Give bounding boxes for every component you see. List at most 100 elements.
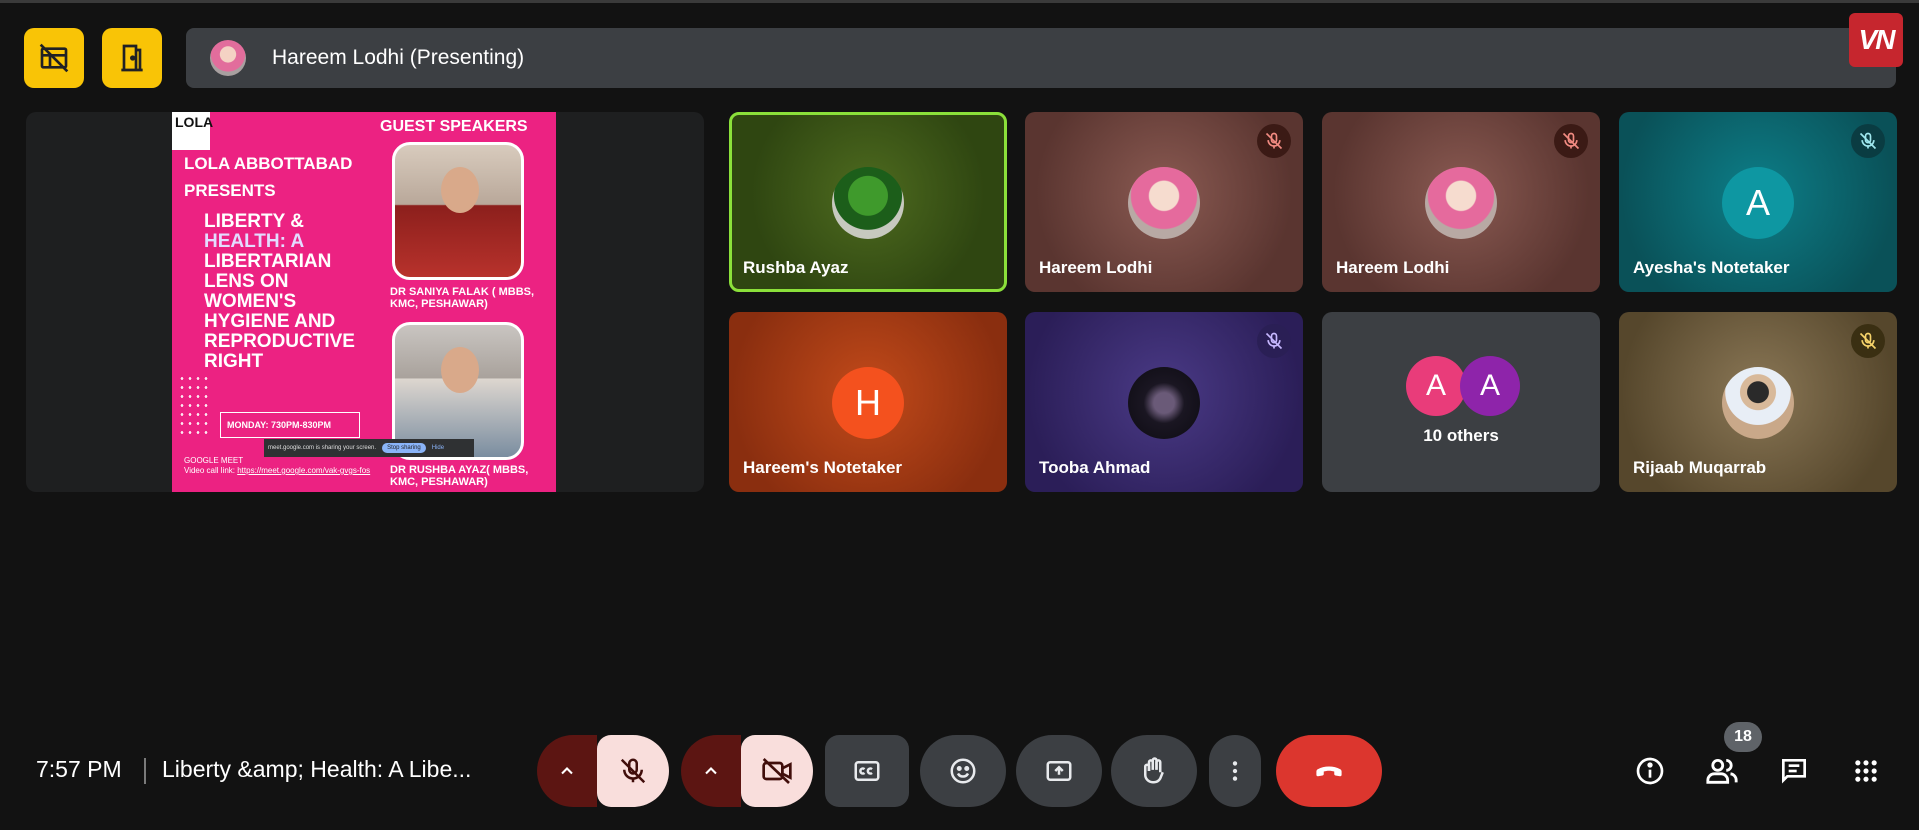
- toggle-camera-button[interactable]: [741, 735, 813, 807]
- mic-muted-indicator: [1554, 124, 1588, 158]
- video-options-button[interactable]: [681, 735, 741, 807]
- reactions-button[interactable]: [920, 735, 1006, 807]
- participant-avatar: [1128, 167, 1200, 239]
- share-notice-text: meet.google.com is sharing your screen.: [268, 445, 377, 451]
- more-options-button[interactable]: [1209, 735, 1261, 807]
- participant-avatar: [1425, 167, 1497, 239]
- talk-line: LIBERTY &: [204, 211, 304, 232]
- speaker2-caption: DR RUSHBA AYAZ( MBBS, KMC, PESHAWAR): [390, 464, 529, 488]
- participant-name: Hareem's Notetaker: [743, 458, 903, 477]
- participant-name: Hareem Lodhi: [1039, 258, 1153, 277]
- no-presentation-button[interactable]: [24, 28, 84, 88]
- participant-avatar: [1722, 367, 1794, 439]
- presenting-label: Hareem Lodhi (Presenting): [272, 46, 525, 69]
- mic-off-icon: [1562, 132, 1580, 150]
- poster-dots-decoration: [178, 374, 208, 434]
- leave-room-button[interactable]: [102, 28, 162, 88]
- screen-share-notice: meet.google.com is sharing your screen. …: [264, 439, 474, 457]
- talk-line: REPRODUCTIVE: [204, 331, 355, 352]
- presenting-banner[interactable]: Hareem Lodhi (Presenting): [186, 28, 1896, 88]
- raise-hand-button[interactable]: [1111, 735, 1197, 807]
- more-vertical-icon: [1232, 761, 1238, 781]
- speaker2-face: [441, 347, 479, 393]
- activities-button[interactable]: [1845, 750, 1887, 792]
- mic-muted-indicator: [1257, 124, 1291, 158]
- talk-line: HEALTH: A: [204, 231, 305, 252]
- camera-control: [681, 735, 813, 807]
- chevron-up-icon: [705, 767, 717, 775]
- presentation-poster: LOLA GUEST SPEAKERS LOLA ABBOTTABAD PRES…: [172, 112, 556, 492]
- participant-tile-hareem-notetaker[interactable]: H Hareem's Notetaker: [729, 312, 1007, 492]
- speaker1-face: [441, 167, 479, 213]
- chat-icon: [1782, 759, 1806, 784]
- present-screen-icon: [1046, 761, 1072, 781]
- divider: [144, 758, 146, 784]
- talk-line: RIGHT: [204, 351, 264, 372]
- poster-guest-speakers: GUEST SPEAKERS: [380, 118, 528, 135]
- talk-line: WOMEN'S: [204, 291, 297, 312]
- mic-off-icon: [620, 758, 646, 784]
- participant-name: Hareem Lodhi: [1336, 258, 1450, 277]
- hang-up-icon: [1316, 766, 1342, 777]
- slides-off-icon: [39, 43, 69, 73]
- chevron-up-icon: [561, 767, 573, 775]
- mic-muted-indicator: [1851, 324, 1885, 358]
- poster-org: LOLA ABBOTTABAD PRESENTS: [184, 150, 352, 204]
- emoji-icon: [950, 758, 976, 784]
- mic-off-icon: [1265, 132, 1283, 150]
- info-icon: [1636, 757, 1664, 785]
- participant-initial-avatar: H: [832, 367, 904, 439]
- speaker1-photo: [392, 142, 524, 280]
- closed-captions-icon: [854, 761, 880, 781]
- others-avatars: A A: [1406, 356, 1520, 416]
- poster-org-line: LOLA ABBOTTABAD: [184, 154, 353, 173]
- participant-initial-avatar: A: [1460, 356, 1520, 416]
- people-button[interactable]: [1701, 750, 1743, 792]
- meet-link-line: Video call link: https://meet.google.com…: [184, 466, 370, 476]
- window-top-edge: [0, 0, 1919, 3]
- participant-initial-avatar: A: [1406, 356, 1466, 416]
- apps-grid-icon: [1855, 760, 1877, 782]
- audio-options-button[interactable]: [537, 735, 597, 807]
- participant-avatar: [832, 167, 904, 239]
- mic-muted-indicator: [1851, 124, 1885, 158]
- door-icon: [121, 44, 143, 72]
- participant-tile-ayesha-notetaker[interactable]: A Ayesha's Notetaker: [1619, 112, 1897, 292]
- vn-logo: VN: [1849, 13, 1903, 67]
- participant-tile-tooba[interactable]: Tooba Ahmad: [1025, 312, 1303, 492]
- participant-tile-hareem[interactable]: Hareem Lodhi: [1025, 112, 1303, 292]
- participant-avatar: [1128, 367, 1200, 439]
- mic-off-icon: [1859, 132, 1877, 150]
- presenter-avatar: [210, 40, 246, 76]
- participant-tile-others[interactable]: A A 10 others: [1322, 312, 1600, 492]
- speaker1-caption: DR SANIYA FALAK ( MBBS, KMC, PESHAWAR): [390, 286, 535, 310]
- captions-button[interactable]: [825, 735, 909, 807]
- microphone-control: [537, 735, 669, 807]
- presentation-view[interactable]: LOLA GUEST SPEAKERS LOLA ABBOTTABAD PRES…: [26, 112, 704, 492]
- chat-button[interactable]: [1773, 750, 1815, 792]
- participant-name: Tooba Ahmad: [1039, 458, 1151, 477]
- meet-link-label: Video call link:: [184, 466, 238, 475]
- meet-link: https://meet.google.com/vak-gvgs-fos: [237, 466, 371, 475]
- participant-tile-rushba[interactable]: Rushba Ayaz: [729, 112, 1007, 292]
- poster-logo: LOLA: [172, 112, 213, 150]
- present-screen-button[interactable]: [1016, 735, 1102, 807]
- leave-call-button[interactable]: [1276, 735, 1382, 807]
- toggle-microphone-button[interactable]: [597, 735, 669, 807]
- talk-line: HYGIENE AND: [204, 311, 336, 332]
- mic-off-icon: [1265, 332, 1283, 350]
- clock-time: 7:57 PM: [36, 756, 122, 782]
- meeting-title[interactable]: Liberty &amp; Health: A Libe...: [162, 756, 502, 783]
- poster-meet-info: GOOGLE MEET Video call link: https://mee…: [184, 456, 370, 476]
- hide-notice-button: Hide: [431, 445, 445, 451]
- others-count-label: 10 others: [1423, 426, 1499, 445]
- people-icon: [1706, 758, 1738, 784]
- mic-off-icon: [1859, 332, 1877, 350]
- poster-org-line: PRESENTS: [184, 181, 276, 200]
- meet-label: GOOGLE MEET: [184, 456, 244, 465]
- talk-line: LENS ON: [204, 271, 289, 292]
- participant-initial-avatar: A: [1722, 167, 1794, 239]
- participant-tile-hareem-2[interactable]: Hareem Lodhi: [1322, 112, 1600, 292]
- meeting-details-button[interactable]: [1629, 750, 1671, 792]
- participant-tile-rijaab[interactable]: Rijaab Muqarrab: [1619, 312, 1897, 492]
